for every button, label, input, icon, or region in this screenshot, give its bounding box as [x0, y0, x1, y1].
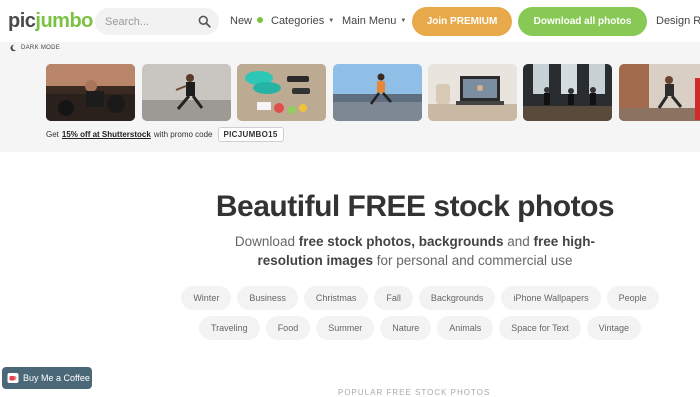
nav-new-label: New: [230, 15, 253, 27]
shutterstock-link[interactable]: 15% off at Shutterstock: [62, 130, 151, 139]
nav-categories[interactable]: Categories ▼: [271, 15, 334, 27]
join-premium-button[interactable]: Join PREMIUM: [412, 7, 512, 36]
tag-iphone-wallpapers[interactable]: iPhone Wallpapers: [501, 286, 601, 310]
red-side-tab[interactable]: [695, 78, 700, 120]
tag-winter[interactable]: Winter: [181, 286, 232, 310]
moon-icon: [10, 44, 17, 52]
subtitle-bold: free stock photos, backgrounds: [298, 234, 504, 249]
tag-animals[interactable]: Animals: [437, 316, 494, 340]
search-box: [95, 8, 219, 35]
gym-class-photo[interactable]: [523, 64, 612, 121]
dark-mode-label: DARK MODE: [21, 45, 61, 51]
tag-fall[interactable]: Fall: [374, 286, 413, 310]
search-input[interactable]: [105, 8, 195, 35]
logo-text: pic: [8, 10, 36, 32]
tag-vintage[interactable]: Vintage: [586, 316, 641, 340]
tag-row: Traveling Food Summer Nature Animals Spa…: [160, 316, 680, 340]
subtitle-part: and: [503, 234, 534, 249]
laptop-workout-photo[interactable]: [428, 64, 517, 121]
logo-accent-text: jumbo: [35, 10, 93, 32]
promo-code-badge[interactable]: PICJUMBO15: [217, 127, 284, 142]
buy-me-a-coffee-button[interactable]: Buy Me a Coffee: [2, 367, 92, 389]
nav-new[interactable]: New: [230, 15, 264, 27]
site-logo[interactable]: picjumbo: [8, 10, 93, 33]
gym-dumbbells-photo[interactable]: [46, 64, 135, 121]
tag-summer[interactable]: Summer: [316, 316, 375, 340]
caret-down-icon: ▼: [400, 18, 407, 24]
tag-backgrounds[interactable]: Backgrounds: [418, 286, 496, 310]
tag-nature[interactable]: Nature: [380, 316, 432, 340]
promo-prefix: Get: [46, 130, 59, 139]
nav-categories-label: Categories: [271, 15, 325, 27]
subtitle-part: for personal and commercial use: [372, 253, 573, 268]
site-header: picjumbo New Categories▼ Main Menu▼ Join…: [0, 0, 700, 42]
coffee-cup-icon: [7, 373, 19, 383]
search-icon[interactable]: [198, 15, 211, 28]
download-all-button[interactable]: Download all photos: [518, 7, 647, 36]
promo-line: Get 15% off at Shutterstock with promo c…: [46, 127, 284, 142]
nav-design-resources[interactable]: Design Re: [656, 15, 700, 27]
category-tags: Winter Business Christmas Fall Backgroun…: [160, 286, 680, 346]
promo-middle: with promo code: [153, 130, 213, 139]
tag-food[interactable]: Food: [265, 316, 311, 340]
section-heading-popular: POPULAR FREE STOCK PHOTOS: [338, 388, 491, 397]
subtitle-part: Download: [234, 234, 299, 249]
tag-business[interactable]: Business: [237, 286, 298, 310]
nav-main-menu-label: Main Menu: [342, 15, 397, 27]
page-title: Beautiful FREE stock photos: [215, 190, 615, 223]
tag-space-for-text[interactable]: Space for Text: [499, 316, 581, 340]
tag-traveling[interactable]: Traveling: [199, 316, 260, 340]
tag-christmas[interactable]: Christmas: [303, 286, 369, 310]
tag-row: Winter Business Christmas Fall Backgroun…: [160, 286, 680, 310]
nav-main-menu[interactable]: Main Menu ▼: [342, 15, 406, 27]
woman-running-photo[interactable]: [142, 64, 231, 121]
page-subtitle: Download free stock photos, backgrounds …: [222, 232, 608, 270]
new-indicator-dot: [257, 17, 264, 23]
caret-down-icon: ▼: [328, 18, 335, 24]
runner-boardwalk-photo[interactable]: [333, 64, 422, 121]
home-workout-photo[interactable]: [619, 64, 700, 121]
sneakers-fitness-gear-photo[interactable]: [237, 64, 326, 121]
tag-people[interactable]: People: [606, 286, 659, 310]
dark-mode-toggle[interactable]: DARK MODE: [9, 42, 60, 54]
coffee-button-label: Buy Me a Coffee: [23, 373, 90, 383]
